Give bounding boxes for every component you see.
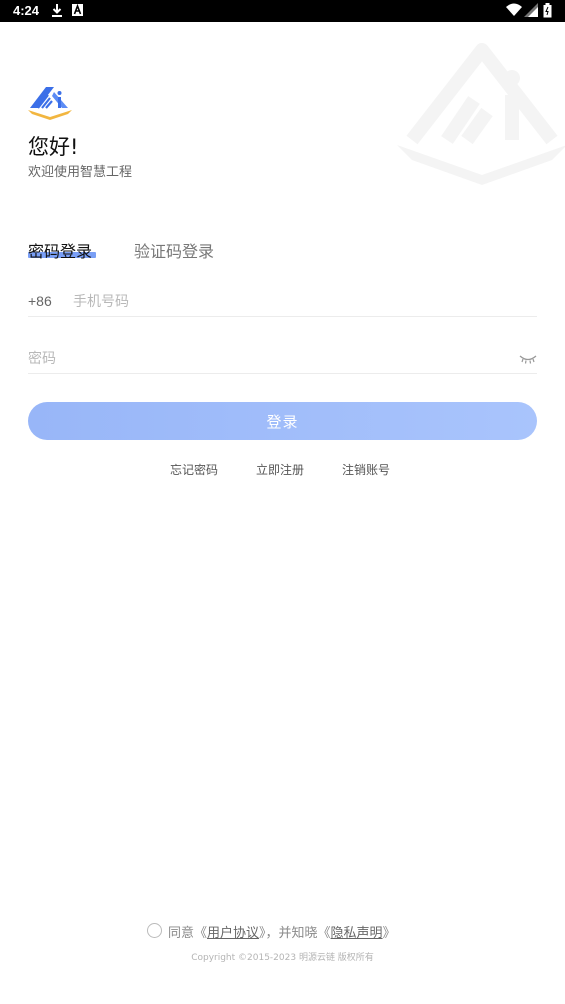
forgot-password-link[interactable]: 忘记密码 [170, 461, 218, 478]
status-time: 4:24 [13, 3, 40, 18]
agreement-checkbox[interactable] [147, 923, 162, 938]
password-field-row [28, 344, 537, 374]
wifi-icon [506, 3, 522, 16]
cancel-account-link[interactable]: 注销账号 [342, 461, 390, 478]
battery-icon [543, 3, 552, 18]
app-logo-icon [28, 87, 72, 120]
tab-password-login[interactable]: 密码登录 [28, 238, 92, 262]
greeting-title: 您好! [28, 135, 79, 159]
phone-input[interactable] [73, 287, 533, 316]
password-input[interactable] [28, 344, 498, 373]
signal-icon [524, 3, 538, 17]
privacy-statement-link[interactable]: 隐私声明 [331, 926, 383, 941]
copyright-text: Copyright ©2015-2023 明源云链 版权所有 [191, 953, 374, 963]
tab-code-login-label: 验证码登录 [134, 242, 215, 261]
status-bar: 4:24 [0, 0, 565, 22]
agreement-prefix: 同意《 [168, 926, 208, 941]
tab-code-login[interactable]: 验证码登录 [134, 238, 214, 262]
register-link[interactable]: 立即注册 [256, 461, 304, 478]
agreement-text: 同意《用户协议》，并知晓《隐私声明》 [168, 922, 396, 941]
greeting-subtitle: 欢迎使用智慧工程 [28, 165, 133, 180]
watermark-logo-icon [397, 43, 565, 185]
login-button[interactable]: 登录 [28, 402, 537, 440]
font-icon [72, 3, 83, 16]
agreement-middle: 》，并知晓《 [259, 926, 331, 941]
tab-password-login-label: 密码登录 [28, 242, 93, 261]
phone-field-row: +86 [28, 287, 537, 317]
country-code[interactable]: +86 [28, 293, 52, 309]
eye-closed-icon[interactable] [519, 353, 537, 365]
agreement-suffix: 》 [382, 926, 396, 941]
user-agreement-link[interactable]: 用户协议 [207, 926, 259, 941]
download-icon [52, 4, 62, 17]
